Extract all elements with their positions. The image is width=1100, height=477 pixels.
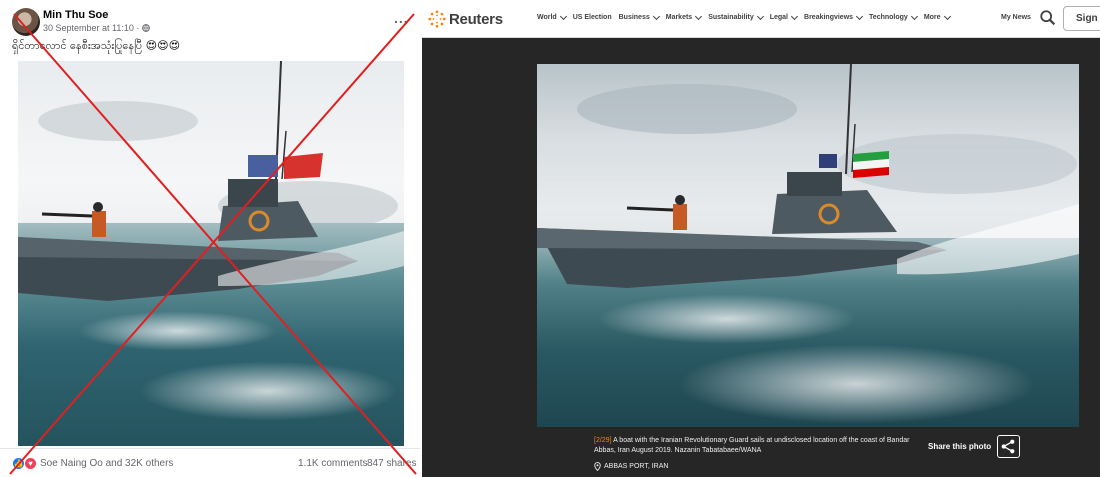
chevron-down-icon xyxy=(856,12,864,20)
nav-item-label: Sustainability xyxy=(708,14,754,21)
love-icon[interactable]: ♥ xyxy=(24,457,37,470)
sign-in-button[interactable]: Sign I xyxy=(1063,6,1100,31)
reuters-page: Reuters World US Election Business Marke… xyxy=(422,0,1100,477)
photo-caption: [2/29] A boat with the Iranian Revolutio… xyxy=(594,436,914,456)
chevron-down-icon xyxy=(559,12,567,20)
search-icon[interactable] xyxy=(1039,9,1057,27)
share-photo-label: Share this photo xyxy=(928,442,992,451)
nav-item-label: More xyxy=(923,14,941,21)
chevron-down-icon xyxy=(652,12,660,20)
nav-item-label: Technology xyxy=(869,14,908,21)
boat-image xyxy=(537,64,1079,288)
location-pin-icon xyxy=(594,462,601,471)
boat-image xyxy=(18,61,404,301)
chevron-down-icon xyxy=(943,12,951,20)
facebook-post: Min Thu Soe 30 September at 11:10 · ... … xyxy=(0,0,420,477)
nav-item-label: Breakingviews xyxy=(804,14,854,21)
nav-item-label: Legal xyxy=(769,14,789,21)
post-header: Min Thu Soe 30 September at 11:10 · ... … xyxy=(0,0,420,60)
nav-item-us-election[interactable]: US Election xyxy=(573,14,612,21)
post-footer: 👍 ♥ Soe Naing Oo and 32K others 1.1K com… xyxy=(0,448,420,477)
chevron-down-icon xyxy=(756,12,764,20)
nav-item-label: US Election xyxy=(572,14,612,21)
chevron-down-icon xyxy=(910,12,918,20)
nav-item-world[interactable]: World xyxy=(537,12,567,21)
nav-item-business[interactable]: Business xyxy=(618,12,660,21)
caption-index: [2/29] xyxy=(594,437,612,444)
gallery-photo[interactable] xyxy=(537,64,1079,427)
photo-location: ABBAS PORT, IRAN xyxy=(594,462,668,471)
top-nav: Reuters World US Election Business Marke… xyxy=(422,0,1100,38)
post-timestamp[interactable]: 30 September at 11:10 · xyxy=(43,23,150,33)
post-text: ရှိင်တာလောင် နေစီးအသုံးပြုနေပြီ 😍😍😍 xyxy=(12,39,181,52)
post-timestamp-text[interactable]: 30 September at 11:10 · xyxy=(43,23,139,33)
post-author[interactable]: Min Thu Soe xyxy=(43,9,108,21)
nav-item-label: Markets xyxy=(665,14,693,21)
nav-item-technology[interactable]: Technology xyxy=(869,12,918,21)
avatar[interactable] xyxy=(12,8,40,36)
reuters-logo[interactable]: Reuters xyxy=(449,11,503,28)
reactors-text[interactable]: Soe Naing Oo and 32K others xyxy=(40,458,173,469)
nav-item-more[interactable]: More xyxy=(923,12,951,21)
globe-icon xyxy=(142,24,150,32)
nav-item-label: Business xyxy=(618,14,650,21)
nav-item-legal[interactable]: Legal xyxy=(769,12,799,21)
my-news-link[interactable]: My News xyxy=(1001,14,1031,21)
chevron-down-icon xyxy=(790,12,799,20)
nav-item-label: World xyxy=(537,14,557,21)
shares-count[interactable]: 847 shares xyxy=(367,458,416,469)
post-photo[interactable] xyxy=(18,61,404,446)
nav-item-markets[interactable]: Markets xyxy=(665,12,703,21)
location-text: ABBAS PORT, IRAN xyxy=(604,463,669,470)
caption-text: A boat with the Iranian Revolutionary Gu… xyxy=(594,437,910,454)
share-button[interactable] xyxy=(997,435,1020,458)
nav-item-sustainability[interactable]: Sustainability xyxy=(708,12,764,21)
more-options-icon[interactable]: ... xyxy=(394,10,409,26)
share-icon xyxy=(1001,439,1015,454)
reuters-logo-icon[interactable] xyxy=(428,10,446,28)
nav-item-breakingviews[interactable]: Breakingviews xyxy=(804,12,864,21)
comments-count[interactable]: 1.1K comments xyxy=(298,458,367,469)
chevron-down-icon xyxy=(695,12,703,20)
main-menu: World US Election Business Markets Susta… xyxy=(537,12,951,21)
